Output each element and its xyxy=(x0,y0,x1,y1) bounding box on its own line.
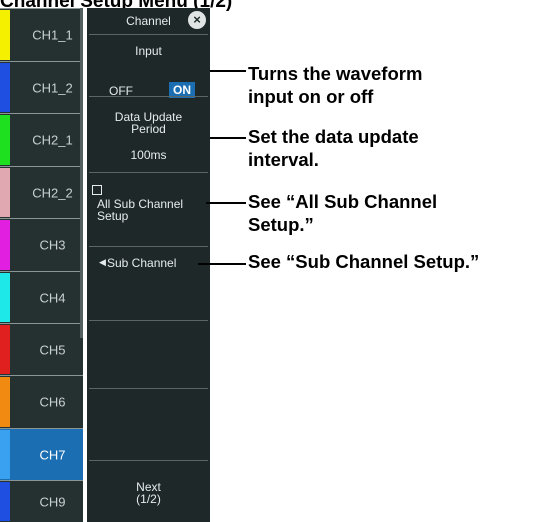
data-update-label-2: Period xyxy=(131,122,166,136)
leader-line-sub-channel xyxy=(198,263,246,265)
all-sub-channel-setup-button[interactable]: All Sub Channel Setup xyxy=(89,172,208,246)
next-label-2: (1/2) xyxy=(136,492,161,506)
channel-color-swatch xyxy=(0,377,10,427)
annotation-all-sub-2: Setup.” xyxy=(248,214,314,235)
channel-item-ch9[interactable]: CH9 xyxy=(0,480,83,522)
channel-scrollbar[interactable] xyxy=(80,8,83,338)
channel-item-ch6[interactable]: CH6 xyxy=(0,375,83,428)
channel-item-ch2_2[interactable]: CH2_2 xyxy=(0,166,83,218)
channel-item-ch7[interactable]: CH7 xyxy=(0,428,83,480)
annotation-period-2: interval. xyxy=(248,149,319,170)
next-page-button[interactable]: Next (1/2) xyxy=(89,460,208,522)
channel-label: CH3 xyxy=(39,237,66,253)
data-update-period-button[interactable]: Data Update Period 100ms xyxy=(89,96,208,172)
channel-color-swatch xyxy=(0,168,10,217)
all-sub-label-2: Setup xyxy=(97,209,129,223)
annotation-all-sub-1: See “All Sub Channel xyxy=(248,191,438,212)
channel-label: CH5 xyxy=(39,342,66,357)
leader-line-all-sub xyxy=(206,202,246,204)
channel-item-ch4[interactable]: CH4 xyxy=(0,271,83,323)
channel-color-swatch xyxy=(0,63,10,112)
channel-color-swatch xyxy=(0,325,10,374)
leader-line-input xyxy=(210,70,246,72)
channel-color-swatch xyxy=(0,430,10,479)
leader-line-period xyxy=(210,137,246,139)
channel-item-ch1_2[interactable]: CH1_2 xyxy=(0,61,83,113)
close-icon[interactable]: × xyxy=(188,11,206,29)
channel-label: CH2_1 xyxy=(32,132,73,148)
channel-color-swatch xyxy=(0,220,10,270)
channel-color-swatch xyxy=(0,115,10,165)
channel-item-ch5[interactable]: CH5 xyxy=(0,323,83,375)
window-icon xyxy=(92,185,102,195)
channel-menu: Channel × Input OFF ON Data Update Perio… xyxy=(87,8,210,522)
channel-label: CH2_2 xyxy=(32,185,73,200)
sub-channel-label: Sub Channel xyxy=(107,256,177,270)
annotation-sub-channel: See “Sub Channel Setup.” xyxy=(248,251,480,272)
channel-label: CH1_2 xyxy=(32,80,73,95)
channel-color-swatch xyxy=(0,10,10,60)
channel-label: CH1_1 xyxy=(32,27,73,43)
channel-item-ch1_1[interactable]: CH1_1 xyxy=(0,8,83,61)
input-toggle-button[interactable]: Input OFF ON xyxy=(89,34,208,98)
channel-label: CH4 xyxy=(39,290,66,305)
channel-label: CH7 xyxy=(39,447,66,462)
annotation-input-1: Turns the waveform xyxy=(248,63,423,84)
channel-color-swatch xyxy=(0,482,10,521)
annotation-period-1: Set the data update xyxy=(248,126,419,147)
annotation-input-2: input on or off xyxy=(248,86,374,107)
data-update-value: 100ms xyxy=(130,148,167,162)
input-label: Input xyxy=(135,44,162,58)
channel-item-ch2_1[interactable]: CH2_1 xyxy=(0,113,83,166)
sub-channel-button[interactable]: ◀ Sub Channel xyxy=(89,246,208,320)
empty-softkey-2[interactable] xyxy=(89,388,208,460)
channel-item-ch3[interactable]: CH3 xyxy=(0,218,83,271)
channel-label: CH6 xyxy=(39,394,66,410)
arrow-left-icon: ◀ xyxy=(99,257,106,267)
channel-color-swatch xyxy=(0,273,10,322)
channel-label: CH9 xyxy=(39,494,66,509)
empty-softkey-1[interactable] xyxy=(89,320,208,388)
